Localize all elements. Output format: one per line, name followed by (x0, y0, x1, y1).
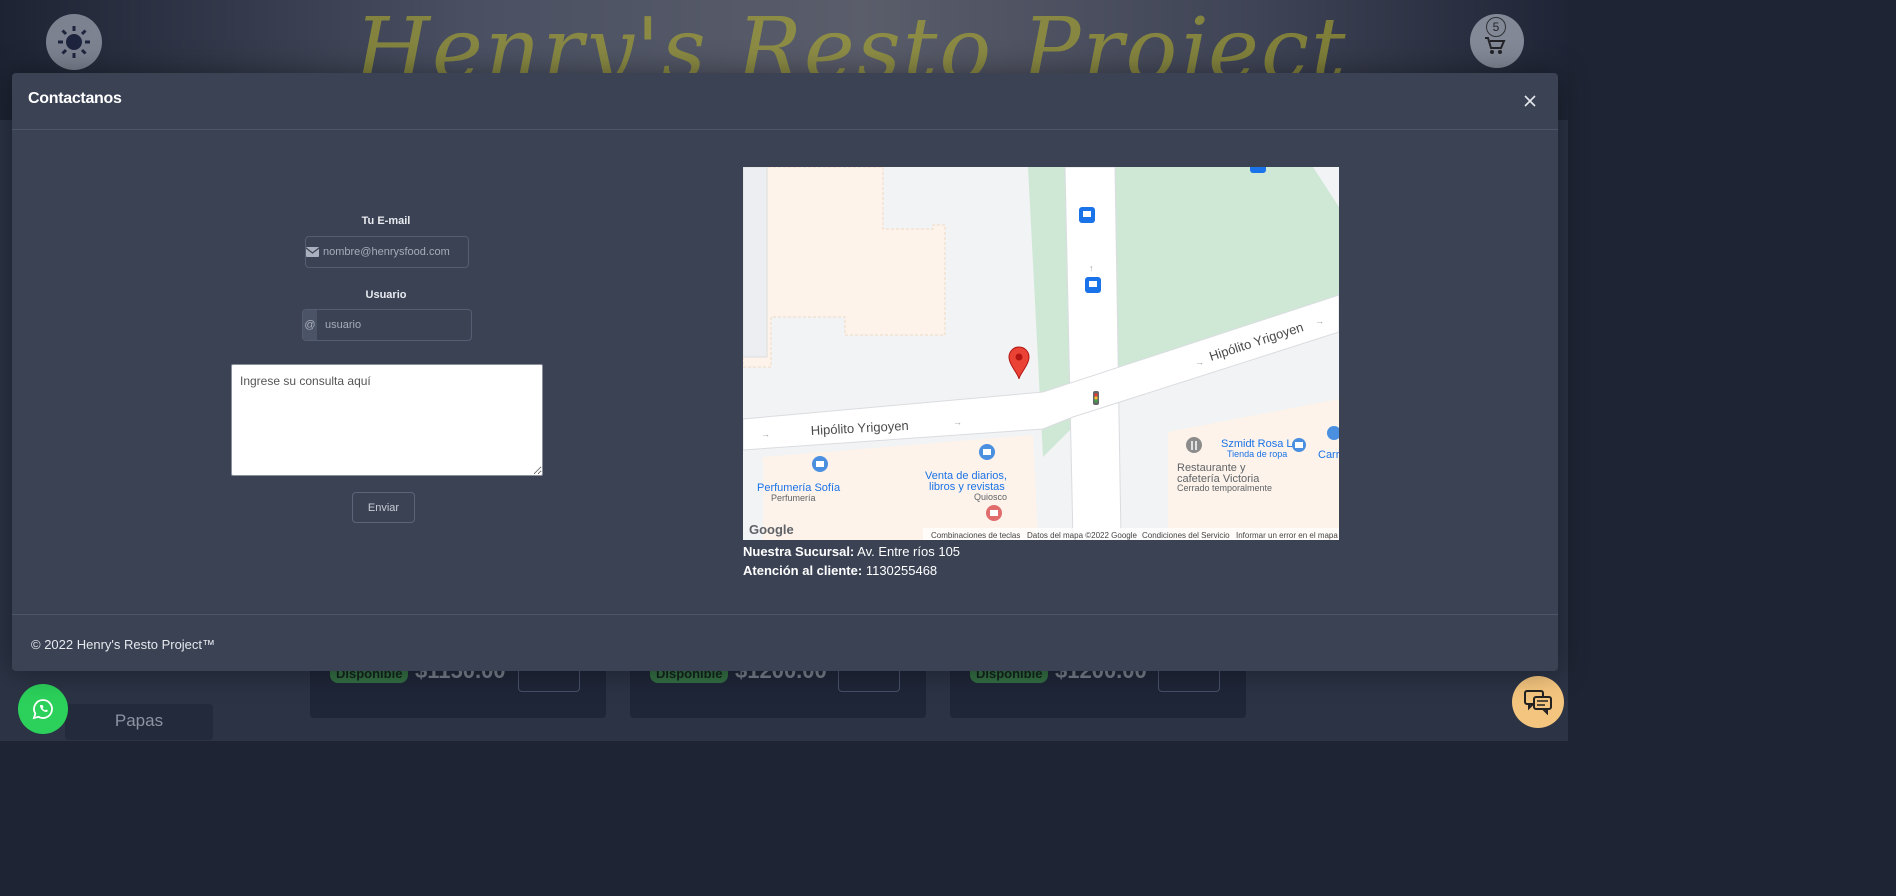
map-embed[interactable]: → → → → ↑ Hipólito Yrigoyen Hipólito Yri… (743, 167, 1339, 540)
shop-pin-icon[interactable] (986, 505, 1002, 521)
svg-text:→: → (761, 429, 770, 439)
support-info: Atención al cliente: 1130255468 (743, 561, 960, 580)
map-canvas[interactable]: → → → → ↑ Hipólito Yrigoyen Hipólito Yri… (743, 167, 1339, 540)
send-button[interactable]: Enviar (352, 492, 415, 523)
support-value: 1130255468 (865, 563, 938, 578)
svg-text:→: → (953, 417, 962, 427)
copyright-text: © 2022 Henry's Resto Project™ (31, 637, 216, 652)
branch-value: Av. Entre ríos 105 (857, 544, 961, 559)
cart-icon (1485, 37, 1506, 54)
theme-toggle-button[interactable] (46, 14, 102, 70)
support-label: Atención al cliente: (743, 563, 863, 578)
google-logo[interactable]: Google (749, 522, 794, 537)
email-label: Tu E-mail (361, 215, 411, 227)
envelope-icon (306, 237, 319, 267)
modal-footer: © 2022 Henry's Resto Project™ (12, 614, 1558, 671)
chat-bubbles-icon (1524, 690, 1552, 715)
terms-link[interactable]: Condiciones del Servicio (1142, 531, 1230, 540)
at-sign-addon: @ (303, 310, 317, 340)
poi-label[interactable]: Carr (1318, 449, 1339, 461)
poi-category: Quiosco (974, 492, 1007, 502)
whatsapp-icon (32, 699, 53, 720)
whatsapp-button[interactable] (18, 684, 68, 734)
shopping-pin-icon[interactable] (979, 444, 995, 460)
svg-text:↑: ↑ (1089, 263, 1094, 273)
modal-title: Contactanos (28, 90, 122, 107)
shopping-pin-icon[interactable] (1292, 438, 1306, 452)
user-input[interactable] (317, 310, 471, 340)
bus-stop-icon[interactable] (1079, 207, 1095, 223)
cart-count-badge: 5 (1486, 17, 1506, 37)
poi-status: Cerrado temporalmente (1177, 483, 1272, 493)
shopping-pin-icon[interactable] (812, 456, 828, 472)
email-input-group (305, 236, 469, 268)
close-icon (1524, 95, 1536, 107)
email-input[interactable] (319, 237, 468, 267)
chat-button[interactable] (1512, 676, 1564, 728)
traffic-light-icon (1093, 391, 1099, 405)
modal-header: Contactanos (12, 73, 1558, 130)
branch-info: Nuestra Sucursal: Av. Entre ríos 105 (743, 542, 960, 561)
message-textarea[interactable] (231, 364, 543, 476)
bus-stop-icon[interactable] (1085, 277, 1101, 293)
svg-text:→: → (1315, 316, 1324, 326)
contact-info: Nuestra Sucursal: Av. Entre ríos 105 Ate… (743, 542, 960, 580)
bus-stop-icon[interactable] (1250, 167, 1266, 173)
restaurant-pin-icon[interactable] (1186, 437, 1202, 453)
cart-button[interactable]: 5 (1470, 14, 1524, 68)
sun-icon (58, 26, 90, 58)
svg-text:→: → (1195, 357, 1204, 367)
map-data-attribution: Datos del mapa ©2022 Google (1027, 531, 1138, 540)
user-label: Usuario (365, 289, 407, 301)
sidebar-item-papas[interactable]: Papas (65, 704, 213, 740)
contact-modal: Contactanos Tu E-mail Usuario @ Enviar (12, 73, 1558, 671)
poi-category: Tienda de ropa (1227, 449, 1287, 459)
poi-category: Perfumería (771, 493, 816, 503)
branch-label: Nuestra Sucursal: (743, 544, 855, 559)
user-input-group: @ (302, 309, 472, 341)
close-button[interactable] (1520, 91, 1540, 111)
report-error-link[interactable]: Informar un error en el mapa (1236, 531, 1338, 540)
keyboard-shortcuts-link[interactable]: Combinaciones de teclas (931, 531, 1020, 540)
